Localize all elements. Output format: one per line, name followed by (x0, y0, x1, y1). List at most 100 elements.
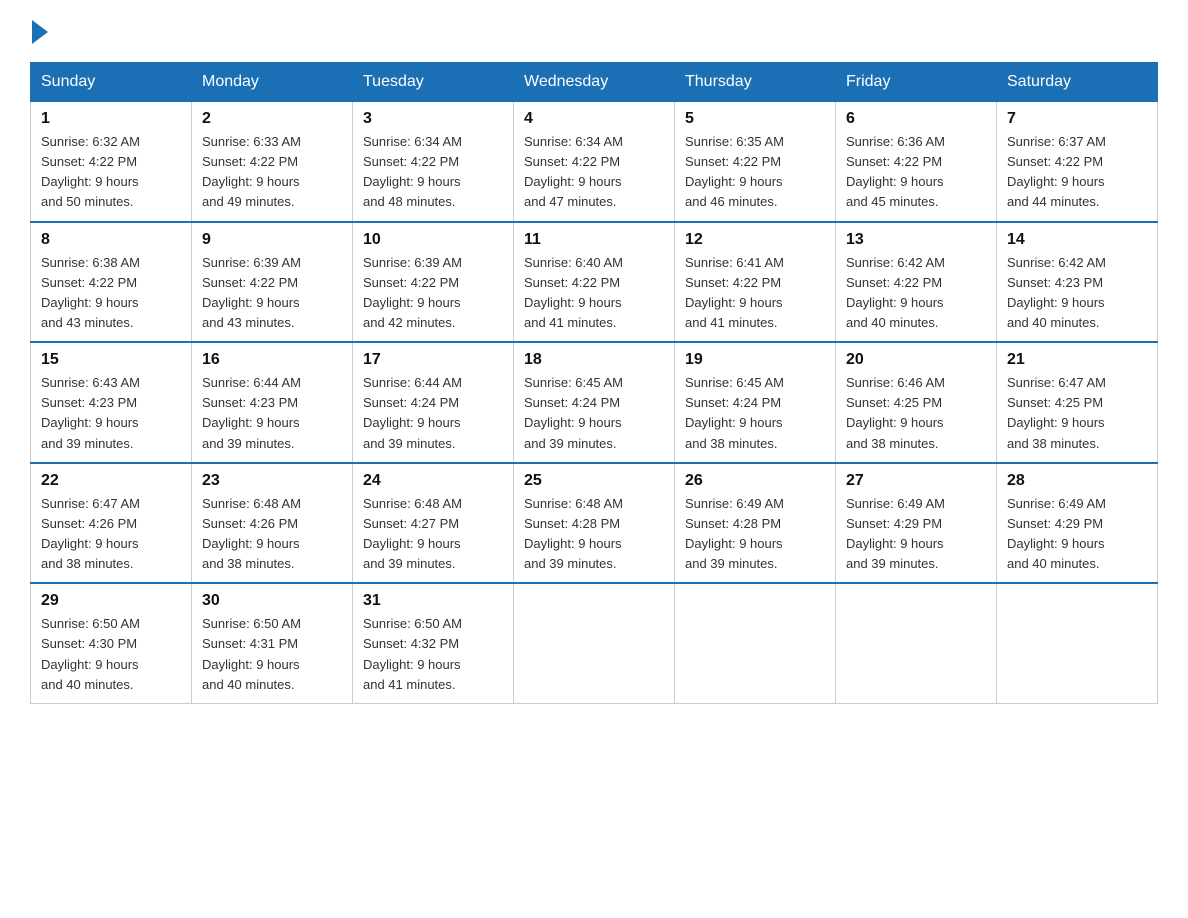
day-number: 31 (363, 592, 503, 610)
calendar-cell: 31 Sunrise: 6:50 AMSunset: 4:32 PMDayligh… (353, 583, 514, 703)
day-info: Sunrise: 6:36 AMSunset: 4:22 PMDaylight:… (846, 132, 986, 213)
calendar-cell (675, 583, 836, 703)
weekday-header-row: SundayMondayTuesdayWednesdayThursdayFrid… (31, 63, 1158, 102)
day-number: 5 (685, 110, 825, 128)
calendar-cell: 3 Sunrise: 6:34 AMSunset: 4:22 PMDaylight… (353, 102, 514, 222)
day-number: 9 (202, 231, 342, 249)
day-info: Sunrise: 6:33 AMSunset: 4:22 PMDaylight:… (202, 132, 342, 213)
calendar-cell: 20 Sunrise: 6:46 AMSunset: 4:25 PMDayligh… (836, 342, 997, 463)
day-number: 24 (363, 472, 503, 490)
day-number: 12 (685, 231, 825, 249)
calendar-cell: 23 Sunrise: 6:48 AMSunset: 4:26 PMDayligh… (192, 463, 353, 584)
day-info: Sunrise: 6:48 AMSunset: 4:27 PMDaylight:… (363, 494, 503, 575)
calendar-cell: 7 Sunrise: 6:37 AMSunset: 4:22 PMDaylight… (997, 102, 1158, 222)
calendar-cell: 9Sunrise: 6:39 AMSunset: 4:22 PMDaylight… (192, 222, 353, 343)
calendar-cell: 16 Sunrise: 6:44 AMSunset: 4:23 PMDayligh… (192, 342, 353, 463)
day-number: 21 (1007, 351, 1147, 369)
weekday-header-thursday: Thursday (675, 63, 836, 102)
day-info: Sunrise: 6:50 AMSunset: 4:32 PMDaylight:… (363, 614, 503, 695)
calendar-cell: 26 Sunrise: 6:49 AMSunset: 4:28 PMDayligh… (675, 463, 836, 584)
day-info: Sunrise: 6:32 AMSunset: 4:22 PMDaylight:… (41, 132, 181, 213)
day-number: 25 (524, 472, 664, 490)
calendar-cell: 2 Sunrise: 6:33 AMSunset: 4:22 PMDaylight… (192, 102, 353, 222)
weekday-header-sunday: Sunday (31, 63, 192, 102)
weekday-header-tuesday: Tuesday (353, 63, 514, 102)
day-info: Sunrise: 6:38 AMSunset: 4:22 PMDaylight:… (41, 253, 181, 334)
calendar-cell: 4Sunrise: 6:34 AMSunset: 4:22 PMDaylight… (514, 102, 675, 222)
weekday-header-wednesday: Wednesday (514, 63, 675, 102)
day-number: 27 (846, 472, 986, 490)
day-number: 7 (1007, 110, 1147, 128)
day-info: Sunrise: 6:46 AMSunset: 4:25 PMDaylight:… (846, 373, 986, 454)
day-number: 6 (846, 110, 986, 128)
calendar-cell (836, 583, 997, 703)
day-number: 30 (202, 592, 342, 610)
day-info: Sunrise: 6:49 AMSunset: 4:29 PMDaylight:… (1007, 494, 1147, 575)
day-info: Sunrise: 6:41 AMSunset: 4:22 PMDaylight:… (685, 253, 825, 334)
weekday-header-monday: Monday (192, 63, 353, 102)
day-info: Sunrise: 6:42 AMSunset: 4:23 PMDaylight:… (1007, 253, 1147, 334)
day-info: Sunrise: 6:42 AMSunset: 4:22 PMDaylight:… (846, 253, 986, 334)
day-info: Sunrise: 6:44 AMSunset: 4:24 PMDaylight:… (363, 373, 503, 454)
calendar-cell: 17 Sunrise: 6:44 AMSunset: 4:24 PMDayligh… (353, 342, 514, 463)
calendar-cell: 19 Sunrise: 6:45 AMSunset: 4:24 PMDayligh… (675, 342, 836, 463)
calendar-week-row: 1 Sunrise: 6:32 AMSunset: 4:22 PMDaylight… (31, 102, 1158, 222)
day-number: 28 (1007, 472, 1147, 490)
calendar-week-row: 22 Sunrise: 6:47 AMSunset: 4:26 PMDayligh… (31, 463, 1158, 584)
calendar-cell: 1 Sunrise: 6:32 AMSunset: 4:22 PMDaylight… (31, 102, 192, 222)
calendar-week-row: 15 Sunrise: 6:43 AMSunset: 4:23 PMDayligh… (31, 342, 1158, 463)
calendar-cell: 25 Sunrise: 6:48 AMSunset: 4:28 PMDayligh… (514, 463, 675, 584)
logo (30, 20, 50, 44)
day-number: 15 (41, 351, 181, 369)
day-info: Sunrise: 6:48 AMSunset: 4:28 PMDaylight:… (524, 494, 664, 575)
day-info: Sunrise: 6:43 AMSunset: 4:23 PMDaylight:… (41, 373, 181, 454)
day-number: 11 (524, 231, 664, 249)
calendar-cell: 27 Sunrise: 6:49 AMSunset: 4:29 PMDayligh… (836, 463, 997, 584)
calendar-cell: 18Sunrise: 6:45 AMSunset: 4:24 PMDayligh… (514, 342, 675, 463)
day-info: Sunrise: 6:50 AMSunset: 4:30 PMDaylight:… (41, 614, 181, 695)
calendar-cell: 22 Sunrise: 6:47 AMSunset: 4:26 PMDayligh… (31, 463, 192, 584)
day-number: 1 (41, 110, 181, 128)
day-info: Sunrise: 6:48 AMSunset: 4:26 PMDaylight:… (202, 494, 342, 575)
calendar-cell: 15 Sunrise: 6:43 AMSunset: 4:23 PMDayligh… (31, 342, 192, 463)
day-number: 26 (685, 472, 825, 490)
calendar-table: SundayMondayTuesdayWednesdayThursdayFrid… (30, 62, 1158, 704)
calendar-cell: 5Sunrise: 6:35 AMSunset: 4:22 PMDaylight… (675, 102, 836, 222)
day-info: Sunrise: 6:44 AMSunset: 4:23 PMDaylight:… (202, 373, 342, 454)
calendar-cell: 21Sunrise: 6:47 AMSunset: 4:25 PMDayligh… (997, 342, 1158, 463)
day-number: 29 (41, 592, 181, 610)
day-info: Sunrise: 6:49 AMSunset: 4:29 PMDaylight:… (846, 494, 986, 575)
calendar-cell (997, 583, 1158, 703)
day-number: 3 (363, 110, 503, 128)
day-number: 20 (846, 351, 986, 369)
calendar-week-row: 29 Sunrise: 6:50 AMSunset: 4:30 PMDayligh… (31, 583, 1158, 703)
day-number: 2 (202, 110, 342, 128)
day-info: Sunrise: 6:47 AMSunset: 4:26 PMDaylight:… (41, 494, 181, 575)
calendar-cell (514, 583, 675, 703)
day-number: 14 (1007, 231, 1147, 249)
day-number: 8 (41, 231, 181, 249)
page-header (30, 20, 1158, 44)
day-number: 17 (363, 351, 503, 369)
calendar-cell: 29 Sunrise: 6:50 AMSunset: 4:30 PMDayligh… (31, 583, 192, 703)
logo-arrow-icon (32, 20, 48, 44)
day-number: 16 (202, 351, 342, 369)
day-info: Sunrise: 6:40 AMSunset: 4:22 PMDaylight:… (524, 253, 664, 334)
calendar-cell: 6 Sunrise: 6:36 AMSunset: 4:22 PMDaylight… (836, 102, 997, 222)
day-info: Sunrise: 6:45 AMSunset: 4:24 PMDaylight:… (685, 373, 825, 454)
day-info: Sunrise: 6:49 AMSunset: 4:28 PMDaylight:… (685, 494, 825, 575)
day-info: Sunrise: 6:34 AMSunset: 4:22 PMDaylight:… (524, 132, 664, 213)
day-info: Sunrise: 6:39 AMSunset: 4:22 PMDaylight:… (363, 253, 503, 334)
day-number: 19 (685, 351, 825, 369)
day-info: Sunrise: 6:45 AMSunset: 4:24 PMDaylight:… (524, 373, 664, 454)
day-number: 13 (846, 231, 986, 249)
day-info: Sunrise: 6:37 AMSunset: 4:22 PMDaylight:… (1007, 132, 1147, 213)
calendar-cell: 8 Sunrise: 6:38 AMSunset: 4:22 PMDaylight… (31, 222, 192, 343)
day-number: 23 (202, 472, 342, 490)
day-number: 10 (363, 231, 503, 249)
calendar-cell: 30Sunrise: 6:50 AMSunset: 4:31 PMDayligh… (192, 583, 353, 703)
weekday-header-friday: Friday (836, 63, 997, 102)
day-info: Sunrise: 6:34 AMSunset: 4:22 PMDaylight:… (363, 132, 503, 213)
calendar-cell: 14 Sunrise: 6:42 AMSunset: 4:23 PMDayligh… (997, 222, 1158, 343)
day-number: 22 (41, 472, 181, 490)
